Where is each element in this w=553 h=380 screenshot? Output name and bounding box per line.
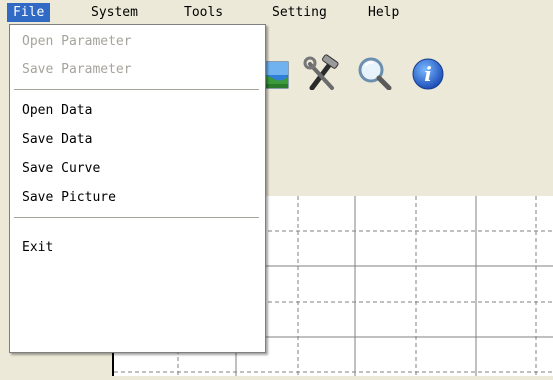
menu-separator [14, 89, 259, 91]
menu-item-save-curve[interactable]: Save Curve [10, 155, 263, 183]
menu-file[interactable]: File [7, 3, 51, 22]
info-glyph: i [424, 62, 432, 86]
menu-bar: File System Tools Setting Help [0, 0, 553, 25]
tools-icon[interactable] [302, 54, 342, 94]
magnifier-icon[interactable] [354, 54, 394, 94]
menu-item-save-data[interactable]: Save Data [10, 126, 263, 154]
menu-separator [14, 217, 259, 219]
menu-tools[interactable]: Tools [178, 3, 229, 22]
menu-item-exit[interactable]: Exit [10, 234, 263, 262]
menu-system[interactable]: System [85, 3, 144, 22]
menu-setting[interactable]: Setting [266, 3, 333, 22]
file-dropdown-menu: Open Parameter Save Parameter Open Data … [9, 24, 266, 353]
menu-item-open-data[interactable]: Open Data [10, 97, 263, 125]
menu-item-open-parameter[interactable]: Open Parameter [10, 28, 263, 56]
menu-item-save-parameter[interactable]: Save Parameter [10, 56, 263, 84]
menu-item-save-picture[interactable]: Save Picture [10, 184, 263, 212]
info-icon[interactable]: i [408, 54, 448, 94]
menu-help[interactable]: Help [362, 3, 405, 22]
